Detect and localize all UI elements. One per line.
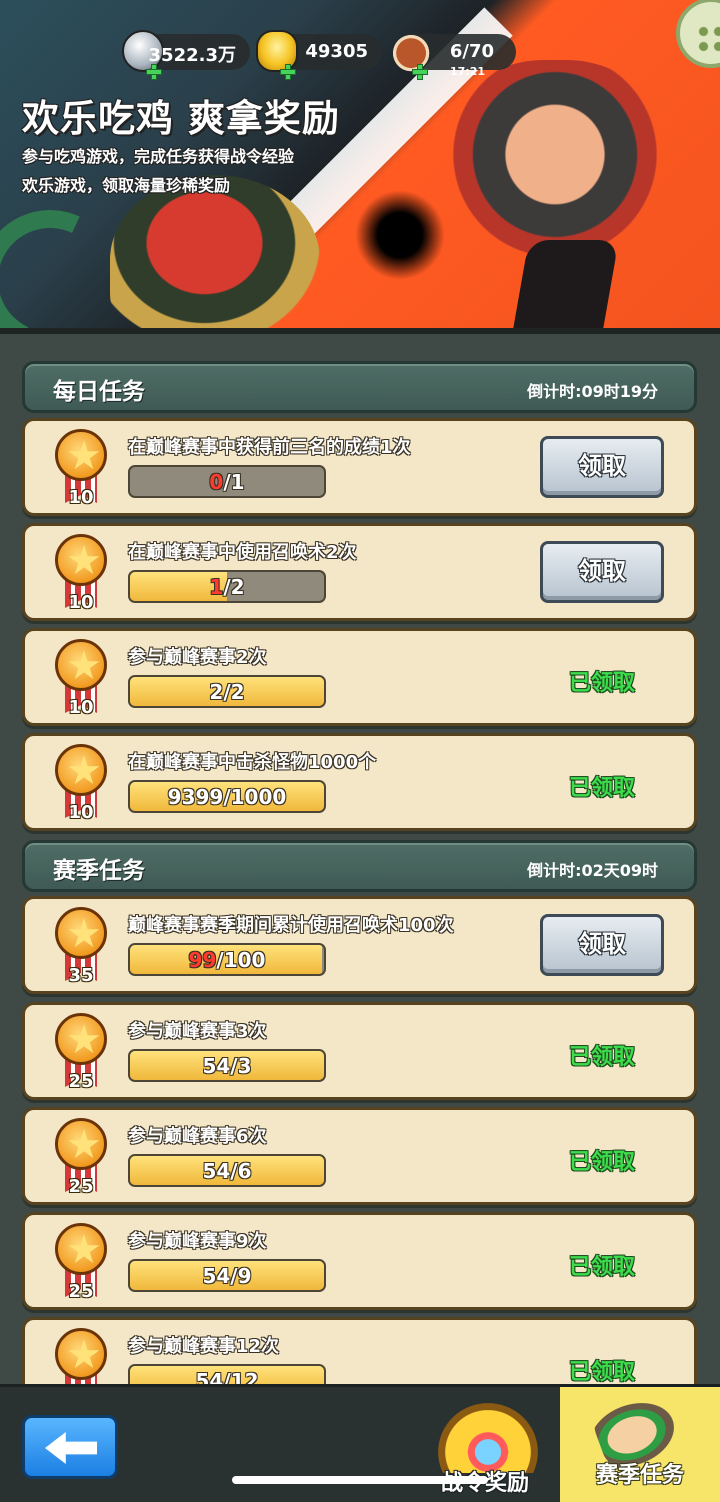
reward-points: 10: [68, 697, 94, 718]
task-name: 巅峰赛事赛季期间累计使用召唤术100次: [128, 915, 454, 936]
bottom-nav-bar: 战令奖励 赛季任务: [0, 1384, 720, 1502]
task-progress-bar: 0/1: [128, 465, 326, 498]
gold-resource[interactable]: 49305: [256, 30, 382, 80]
add-silver-icon[interactable]: [146, 64, 162, 80]
daily-tasks-header: 每日任务 倒计时:09时19分: [22, 361, 697, 413]
treasure-chest-icon: [438, 1403, 538, 1473]
banner-hero-left-art: [110, 175, 320, 332]
reward-medal-icon: 25: [51, 1221, 111, 1307]
claim-button[interactable]: 领取: [540, 914, 664, 976]
progress-text: 54/3: [202, 1054, 252, 1078]
season-tasks-header: 赛季任务 倒计时:02天09时: [22, 840, 697, 892]
claimed-status: 已领取: [568, 1150, 635, 1175]
reward-points: 10: [68, 802, 94, 823]
claimed-status: 已领取: [568, 671, 635, 696]
task-card: 25 参与巅峰赛事6次 54/6 已领取: [22, 1107, 697, 1205]
progress-text: 1/2: [130, 575, 324, 599]
progress-text: 9399/1000: [167, 785, 287, 809]
banner-description-line1: 参与吃鸡游戏，完成任务获得战令经验: [22, 147, 295, 166]
claim-button[interactable]: 领取: [540, 541, 664, 603]
tab-season-tasks[interactable]: 赛季任务: [560, 1384, 720, 1502]
stamina-value: 6/70: [449, 41, 494, 62]
silver-resource[interactable]: 3522.3万: [122, 30, 250, 80]
add-gold-icon[interactable]: [280, 64, 296, 80]
season-tasks-title: 赛季任务: [53, 858, 145, 884]
banner-hero-right-body: [511, 240, 619, 332]
reward-points: 35: [68, 965, 94, 986]
progress-current: 1: [209, 575, 224, 599]
reward-medal-icon: 10: [51, 637, 111, 723]
progress-total: /2: [223, 575, 245, 599]
task-progress-bar: 54/3: [128, 1049, 326, 1082]
back-arrow-icon: [45, 1432, 97, 1464]
stamina-timer: 17:21: [450, 65, 486, 78]
progress-text: 0/1: [130, 470, 324, 494]
banner-clash-art: [355, 190, 445, 280]
season-countdown: 倒计时:02天09时: [527, 861, 658, 880]
reward-medal-icon: 10: [51, 532, 111, 618]
task-progress-bar: 9399/1000: [128, 780, 326, 813]
task-progress-bar: 2/2: [128, 675, 326, 708]
task-card: 25 参与巅峰赛事9次 54/9 已领取: [22, 1212, 697, 1310]
back-button[interactable]: [22, 1415, 118, 1479]
reward-medal-icon: 25: [51, 1116, 111, 1202]
task-name: 在巅峰赛事中使用召唤术2次: [128, 542, 357, 563]
progress-current: 99: [188, 948, 217, 972]
task-card: 10 参与巅峰赛事2次 2/2 已领取: [22, 628, 697, 726]
task-name: 参与巅峰赛事6次: [128, 1126, 267, 1147]
progress-text: 54/6: [202, 1159, 252, 1183]
claim-button[interactable]: 领取: [540, 436, 664, 498]
task-card: 10 在巅峰赛事中获得前三名的成绩1次 0/1 领取: [22, 418, 697, 516]
reward-points: 10: [68, 487, 94, 508]
banner-title: 欢乐吃鸡 爽拿奖励: [22, 97, 340, 140]
grid-menu-icon: [696, 24, 720, 54]
app-root: 欢乐吃鸡 爽拿奖励 参与吃鸡游戏，完成任务获得战令经验 欢乐游戏，领取海量珍稀奖…: [0, 0, 720, 1502]
task-progress-bar: 99/100: [128, 943, 326, 976]
progress-text: 54/9: [202, 1264, 252, 1288]
task-progress-bar: 54/9: [128, 1259, 326, 1292]
task-card: 10 在巅峰赛事中使用召唤术2次 1/2 领取: [22, 523, 697, 621]
task-name: 参与巅峰赛事9次: [128, 1231, 267, 1252]
reward-medal-icon: 25: [51, 1011, 111, 1097]
banner-description-line2: 欢乐游戏，领取海量珍稀奖励: [22, 176, 231, 195]
reward-points: 25: [68, 1176, 94, 1197]
reward-points: 25: [68, 1281, 94, 1302]
task-card: 35 巅峰赛事赛季期间累计使用召唤术100次 99/100 领取: [22, 896, 697, 994]
task-name: 参与巅峰赛事2次: [128, 647, 267, 668]
home-indicator: [232, 1476, 488, 1484]
stamina-resource[interactable]: 6/70 17:21: [388, 30, 516, 80]
banner-divider: [0, 328, 720, 334]
gold-value: 49305: [305, 41, 368, 62]
claimed-status: 已领取: [568, 1255, 635, 1280]
add-stamina-icon[interactable]: [412, 64, 428, 80]
progress-total: /100: [216, 948, 266, 972]
tab-battle-pass-rewards[interactable]: 战令奖励: [420, 1395, 550, 1502]
task-card: 10 在巅峰赛事中击杀怪物1000个 9399/1000 已领取: [22, 733, 697, 831]
reward-medal-icon: 10: [51, 427, 111, 513]
reward-points: 10: [68, 592, 94, 613]
daily-countdown: 倒计时:09时19分: [527, 382, 658, 401]
progress-current: 0: [209, 470, 224, 494]
progress-text: 2/2: [209, 680, 245, 704]
progress-text: 99/100: [130, 948, 324, 972]
banner-hero-right-art: [440, 60, 670, 270]
claimed-status: 已领取: [568, 1045, 635, 1070]
silver-value: 3522.3万: [148, 45, 236, 66]
task-name: 在巅峰赛事中击杀怪物1000个: [128, 752, 377, 773]
reward-medal-icon: 10: [51, 742, 111, 828]
task-name: 参与巅峰赛事12次: [128, 1336, 280, 1357]
reward-medal-icon: 35: [51, 905, 111, 991]
claimed-status: 已领取: [568, 1360, 635, 1385]
task-name: 参与巅峰赛事3次: [128, 1021, 267, 1042]
task-progress-bar: 54/6: [128, 1154, 326, 1187]
task-name: 在巅峰赛事中获得前三名的成绩1次: [128, 437, 411, 458]
claimed-status: 已领取: [568, 776, 635, 801]
task-card: 25 参与巅峰赛事3次 54/3 已领取: [22, 1002, 697, 1100]
daily-tasks-title: 每日任务: [53, 379, 145, 405]
reward-points: 25: [68, 1071, 94, 1092]
task-progress-bar: 1/2: [128, 570, 326, 603]
progress-total: /1: [223, 470, 245, 494]
season-tasks-label: 赛季任务: [595, 1463, 684, 1488]
